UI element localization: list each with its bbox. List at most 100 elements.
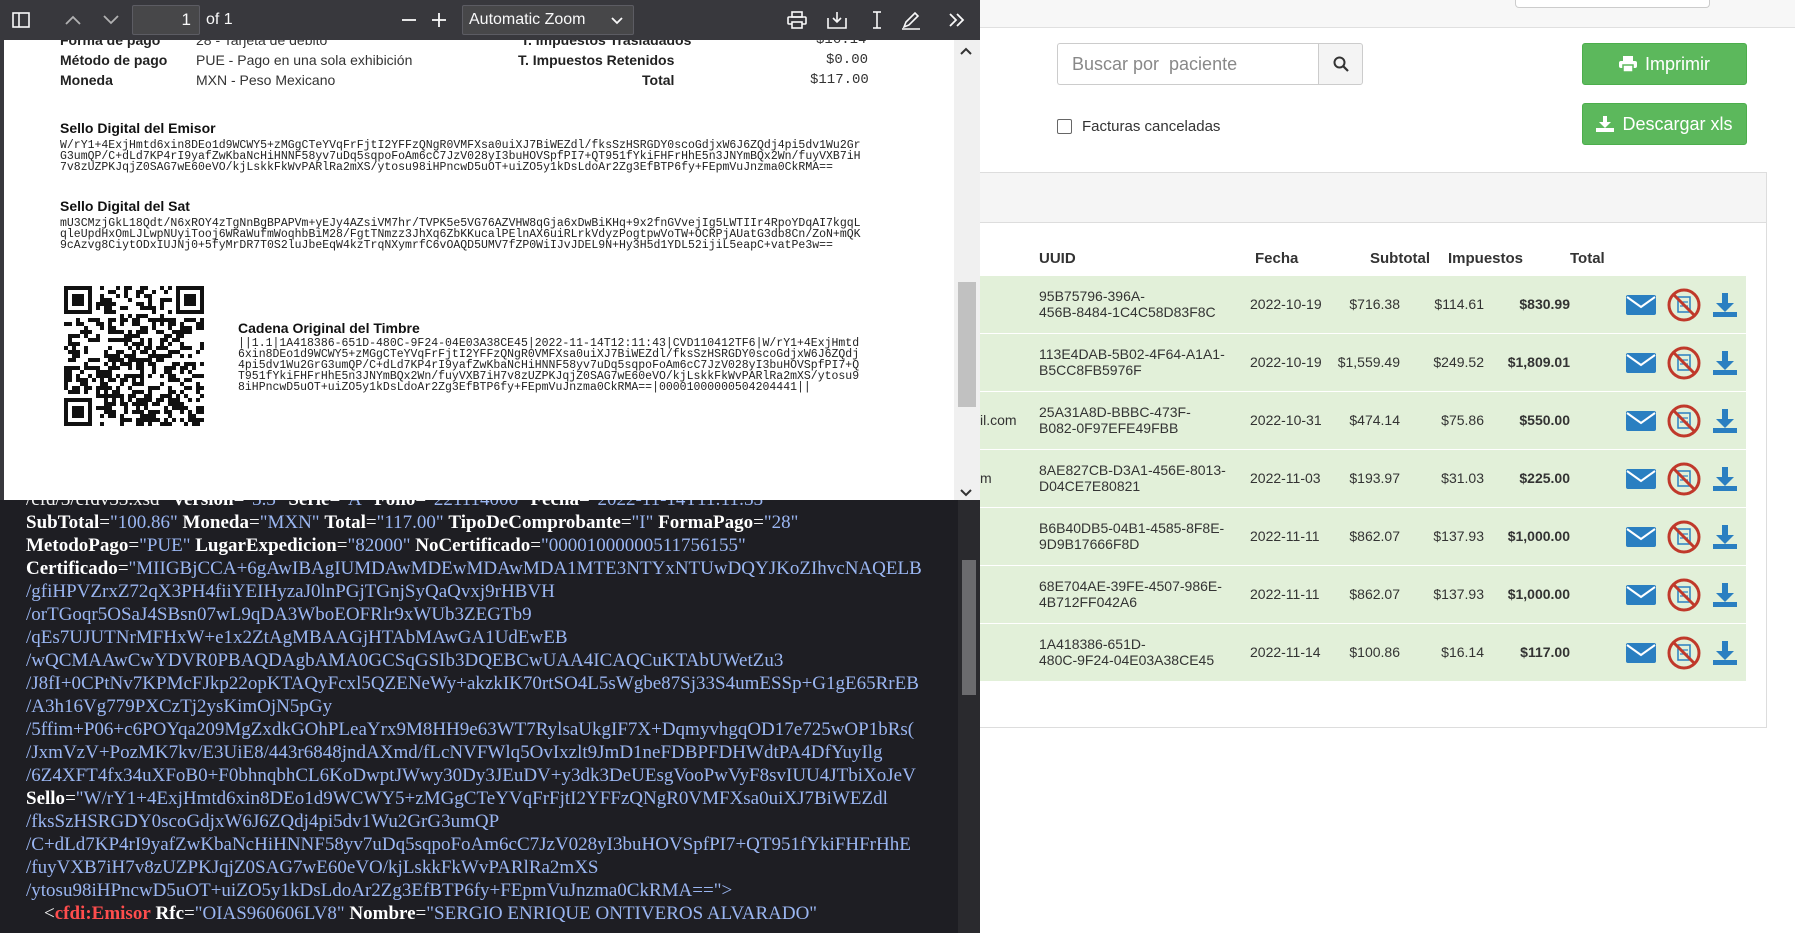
xml-line: /gfiHPVZrxZ72qX3PH4fiiYEIHyzaJ0lnPGjTGnj… xyxy=(26,581,555,602)
save-icon[interactable] xyxy=(824,8,850,32)
pdf-scroll-thumb[interactable] xyxy=(958,282,976,407)
uuid-line: B6B40DB5-04B1-4585-8F8E- xyxy=(1039,520,1225,536)
total-cell: $1,809.01 xyxy=(1507,354,1570,370)
xml-line: MetodoPago="PUE" LugarExpedicion="82000"… xyxy=(26,535,746,556)
cancelled-checkbox[interactable] xyxy=(1057,119,1072,134)
patient-search xyxy=(1057,43,1363,85)
download-icon[interactable] xyxy=(1711,639,1739,670)
qr-code xyxy=(64,286,204,426)
download-xls-button[interactable]: Descargar xls xyxy=(1582,103,1747,145)
zoom-out-icon[interactable] xyxy=(396,8,422,32)
download-icon[interactable] xyxy=(1711,291,1739,322)
table-row: 95B75796-396A- 456B-8484-1C4C58D83F8C 202… xyxy=(980,276,1746,334)
pdf-page: Forma de pago 28 - Tarjeta de débito T. … xyxy=(4,40,954,500)
uuid-line: 4B712FF042A6 xyxy=(1039,594,1138,610)
uuid-line: 9D9B17666F8D xyxy=(1039,536,1140,552)
page-number-input[interactable] xyxy=(132,5,200,35)
search-icon xyxy=(1333,56,1349,72)
more-tools-icon[interactable] xyxy=(944,8,970,32)
subtotal-cell: $100.86 xyxy=(1349,644,1400,660)
imp-trasladados-label: T. Impuestos Trasladados xyxy=(521,40,692,48)
search-button[interactable] xyxy=(1318,43,1363,85)
email-icon[interactable] xyxy=(1625,293,1657,320)
uuid-cell: 113E4DAB-5B02-4F64-A1A1- B5CC8FB5976F xyxy=(1039,346,1239,378)
forma-pago-value: 28 - Tarjeta de débito xyxy=(196,40,328,48)
download-icon[interactable] xyxy=(1711,523,1739,554)
email-icon[interactable] xyxy=(1625,409,1657,436)
uuid-cell: 25A31A8D-BBBC-473F- B082-0F97EFE49FBB xyxy=(1039,404,1239,436)
cancel-invoice-icon[interactable] xyxy=(1667,636,1701,673)
imp-retenidos-value: $0.00 xyxy=(826,52,869,68)
cancel-invoice-icon[interactable] xyxy=(1667,404,1701,441)
cancelled-label: Facturas canceladas xyxy=(1082,118,1221,135)
top-dropdown[interactable] xyxy=(1515,0,1710,8)
row-actions xyxy=(1625,404,1739,441)
cadena-text: ||1.1|1A418386-651D-480C-9F24-04E03A38CE… xyxy=(238,337,860,394)
sello-emisor-text: W/rY1+4ExjHmtd6xin8DEo1d9WCWY5+zMGgCTeYV… xyxy=(60,139,861,174)
search-input[interactable] xyxy=(1057,43,1318,85)
uuid-line: 95B75796-396A- xyxy=(1039,288,1145,304)
cancel-invoice-icon[interactable] xyxy=(1667,462,1701,499)
email-icon[interactable] xyxy=(1625,525,1657,552)
total-value: $117.00 xyxy=(810,72,869,88)
impuestos-cell: $16.14 xyxy=(1441,644,1484,660)
subtotal-cell: $862.07 xyxy=(1349,528,1400,544)
col-uuid: UUID xyxy=(1039,250,1076,267)
scroll-down-icon[interactable] xyxy=(960,484,972,500)
row-actions xyxy=(1625,578,1739,615)
total-cell: $117.00 xyxy=(1520,644,1570,660)
print-button[interactable]: Imprimir xyxy=(1582,43,1747,85)
xml-line: SubTotal="100.86" Moneda="MXN" Total="11… xyxy=(26,512,799,533)
table-row: m 8AE827CB-D3A1-456E-8013- D04CE7E80821 2… xyxy=(980,450,1746,508)
email-icon[interactable] xyxy=(1625,351,1657,378)
moneda-value: MXN - Peso Mexicano xyxy=(196,72,336,88)
total-cell: $1,000.00 xyxy=(1507,586,1570,602)
uuid-cell: 1A418386-651D- 480C-9F24-04E03A38CE45 xyxy=(1039,636,1239,668)
email-icon[interactable] xyxy=(1625,641,1657,668)
cancel-invoice-icon[interactable] xyxy=(1667,520,1701,557)
download-icon[interactable] xyxy=(1711,581,1739,612)
email-fragment: il.com xyxy=(980,412,1017,428)
row-actions xyxy=(1625,346,1739,383)
text-select-icon[interactable] xyxy=(864,8,890,32)
next-page-icon[interactable] xyxy=(98,8,124,32)
xml-line: /C+dLd7KP4rI9yafZwKbaNcHiHNNF58yv7uDq5sq… xyxy=(26,834,911,855)
email-icon[interactable] xyxy=(1625,467,1657,494)
uuid-cell: 95B75796-396A- 456B-8484-1C4C58D83F8C xyxy=(1039,288,1239,320)
uuid-cell: B6B40DB5-04B1-4585-8F8E- 9D9B17666F8D xyxy=(1039,520,1239,552)
total-label: Total xyxy=(642,72,675,88)
previous-page-icon[interactable] xyxy=(60,8,86,32)
cancel-invoice-icon[interactable] xyxy=(1667,288,1701,325)
xml-line: /ytosu98iHPncwD5uOT+uiZO5y1kDsLdoAr2Zg3E… xyxy=(26,880,733,901)
uuid-line: 480C-9F24-04E03A38CE45 xyxy=(1039,652,1215,668)
cancel-invoice-icon[interactable] xyxy=(1667,578,1701,615)
xls-label: Descargar xls xyxy=(1622,113,1733,134)
uuid-line: 8AE827CB-D3A1-456E-8013- xyxy=(1039,462,1226,478)
xml-scroll-thumb[interactable] xyxy=(962,560,976,695)
cancel-invoice-icon[interactable] xyxy=(1667,346,1701,383)
app-top-bar xyxy=(980,0,1795,28)
download-icon[interactable] xyxy=(1711,465,1739,496)
zoom-in-icon[interactable] xyxy=(426,8,452,32)
fecha-cell: 2022-11-14 xyxy=(1250,644,1321,660)
total-cell: $225.00 xyxy=(1519,470,1570,486)
forma-pago-label: Forma de pago xyxy=(60,40,161,48)
xml-line: /orTGoqr5OSaJ4SBsn07wL9qDA3WboEOFRlr9xWU… xyxy=(26,604,532,625)
sidebar-toggle-icon[interactable] xyxy=(8,8,34,32)
download-icon xyxy=(1596,116,1615,132)
pdf-viewer: of 1 Automatic Zoom Forma de pa xyxy=(0,0,980,500)
print-icon[interactable] xyxy=(784,8,810,32)
draw-icon[interactable] xyxy=(898,8,924,32)
pdf-scrollbar[interactable] xyxy=(954,40,980,500)
scroll-up-icon[interactable] xyxy=(960,42,972,58)
xml-scrollbar[interactable] xyxy=(958,496,980,933)
xml-line: /5ffim+P06+c6POYqa209MgZxdkGOhPLeaYrx9M8… xyxy=(26,719,915,740)
fecha-cell: 2022-11-11 xyxy=(1250,586,1320,602)
zoom-select[interactable]: Automatic Zoom xyxy=(462,5,634,35)
download-icon[interactable] xyxy=(1711,407,1739,438)
cadena-title: Cadena Original del Timbre xyxy=(238,320,420,336)
email-icon[interactable] xyxy=(1625,583,1657,610)
col-total: Total xyxy=(1570,250,1605,267)
page-count: of 1 xyxy=(206,11,233,28)
download-icon[interactable] xyxy=(1711,349,1739,380)
